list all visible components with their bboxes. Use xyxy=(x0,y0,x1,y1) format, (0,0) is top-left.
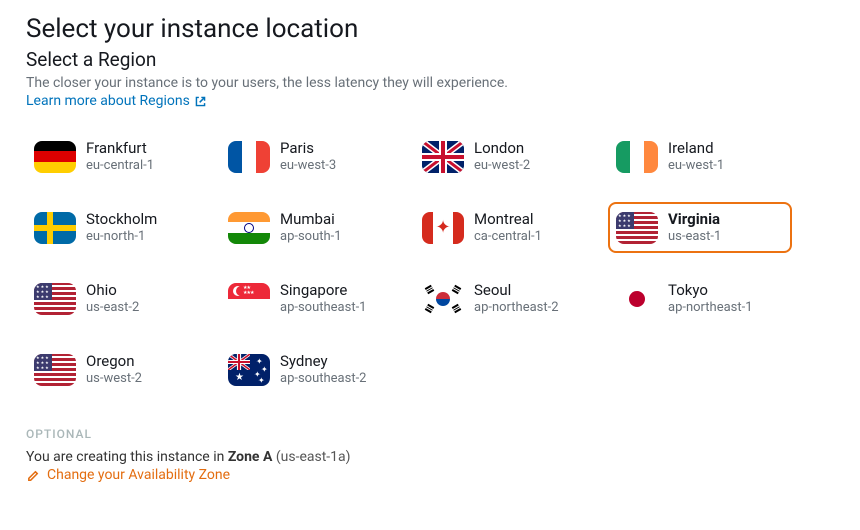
region-code: eu-west-2 xyxy=(474,158,530,174)
zone-summary: You are creating this instance in Zone A… xyxy=(26,449,834,465)
region-name: Sydney xyxy=(280,352,367,371)
external-link-icon xyxy=(194,95,207,108)
flag-se-icon xyxy=(34,212,76,244)
learn-more-label: Learn more about Regions xyxy=(26,93,190,109)
region-code: ap-southeast-1 xyxy=(280,300,367,316)
region-option-eu-north-1[interactable]: Stockholmeu-north-1 xyxy=(26,202,210,253)
zone-code: (us-east-1a) xyxy=(276,449,351,465)
region-code: ap-northeast-2 xyxy=(474,300,559,316)
optional-header: OPTIONAL xyxy=(26,427,834,441)
edit-icon xyxy=(26,468,41,483)
region-option-ap-northeast-2[interactable]: Seoulap-northeast-2 xyxy=(414,273,598,324)
description-text: The closer your instance is to your user… xyxy=(26,75,834,91)
region-name: Stockholm xyxy=(86,210,157,229)
flag-jp-icon xyxy=(616,283,658,315)
region-code: us-west-2 xyxy=(86,371,142,387)
region-code: us-east-2 xyxy=(86,300,139,316)
region-code: eu-west-1 xyxy=(668,158,724,174)
region-text: Irelandeu-west-1 xyxy=(668,139,724,174)
change-zone-link[interactable]: Change your Availability Zone xyxy=(26,467,230,483)
region-option-eu-west-3[interactable]: Pariseu-west-3 xyxy=(220,131,404,182)
region-text: Tokyoap-northeast-1 xyxy=(668,281,753,316)
flag-fr-icon xyxy=(228,141,270,173)
learn-more-link[interactable]: Learn more about Regions xyxy=(26,93,207,109)
zone-name: Zone A xyxy=(228,449,273,465)
flag-us-icon xyxy=(616,212,658,244)
region-name: Virginia xyxy=(668,210,721,229)
region-name: Ireland xyxy=(668,139,724,158)
flag-ca-icon: ✦ xyxy=(422,212,464,244)
region-code: ap-south-1 xyxy=(280,229,342,245)
page-title: Select your instance location xyxy=(26,14,834,44)
region-name: Montreal xyxy=(474,210,542,229)
region-text: Sydneyap-southeast-2 xyxy=(280,352,367,387)
flag-au-icon: ★✦✦✦✦ xyxy=(228,354,270,386)
region-name: Mumbai xyxy=(280,210,342,229)
region-option-ap-northeast-1[interactable]: Tokyoap-northeast-1 xyxy=(608,273,792,324)
region-code: us-east-1 xyxy=(668,229,721,245)
region-text: Oregonus-west-2 xyxy=(86,352,142,387)
region-text: Ohious-east-2 xyxy=(86,281,139,316)
region-option-us-east-2[interactable]: Ohious-east-2 xyxy=(26,273,210,324)
region-option-ca-central-1[interactable]: ✦ Montrealca-central-1 xyxy=(414,202,598,253)
flag-de-icon xyxy=(34,141,76,173)
region-option-eu-west-2[interactable]: Londoneu-west-2 xyxy=(414,131,598,182)
region-name: Paris xyxy=(280,139,336,158)
region-code: ca-central-1 xyxy=(474,229,542,245)
region-text: Montrealca-central-1 xyxy=(474,210,542,245)
region-text: Stockholmeu-north-1 xyxy=(86,210,157,245)
region-text: Seoulap-northeast-2 xyxy=(474,281,559,316)
region-name: Seoul xyxy=(474,281,559,300)
region-name: Frankfurt xyxy=(86,139,154,158)
flag-kr-icon xyxy=(422,283,464,315)
region-code: eu-west-3 xyxy=(280,158,336,174)
region-text: Mumbaiap-south-1 xyxy=(280,210,342,245)
region-text: Virginiaus-east-1 xyxy=(668,210,721,245)
flag-ie-icon xyxy=(616,141,658,173)
region-option-eu-west-1[interactable]: Irelandeu-west-1 xyxy=(608,131,792,182)
region-code: eu-north-1 xyxy=(86,229,157,245)
zone-summary-prefix: You are creating this instance in xyxy=(26,449,228,465)
change-zone-label: Change your Availability Zone xyxy=(47,467,230,483)
region-text: Pariseu-west-3 xyxy=(280,139,336,174)
region-option-eu-central-1[interactable]: Frankfurteu-central-1 xyxy=(26,131,210,182)
flag-us-icon xyxy=(34,283,76,315)
flag-in-icon xyxy=(228,212,270,244)
region-grid: Frankfurteu-central-1 Pariseu-west-3 Londo… xyxy=(26,131,834,395)
flag-sg-icon: ★★★★★ xyxy=(228,283,270,315)
region-option-ap-south-1[interactable]: Mumbaiap-south-1 xyxy=(220,202,404,253)
region-text: Frankfurteu-central-1 xyxy=(86,139,154,174)
region-name: London xyxy=(474,139,530,158)
region-code: ap-southeast-2 xyxy=(280,371,367,387)
region-option-ap-southeast-2[interactable]: ★✦✦✦✦ Sydneyap-southeast-2 xyxy=(220,344,404,395)
region-option-ap-southeast-1[interactable]: ★★★★★ Singaporeap-southeast-1 xyxy=(220,273,404,324)
flag-gb-icon xyxy=(422,141,464,173)
region-name: Singapore xyxy=(280,281,367,300)
region-name: Oregon xyxy=(86,352,142,371)
region-option-us-west-2[interactable]: Oregonus-west-2 xyxy=(26,344,210,395)
region-code: ap-northeast-1 xyxy=(668,300,753,316)
region-name: Ohio xyxy=(86,281,139,300)
region-code: eu-central-1 xyxy=(86,158,154,174)
region-text: Singaporeap-southeast-1 xyxy=(280,281,367,316)
region-option-us-east-1[interactable]: Virginiaus-east-1 xyxy=(608,202,792,253)
flag-us-icon xyxy=(34,354,76,386)
region-text: Londoneu-west-2 xyxy=(474,139,530,174)
region-name: Tokyo xyxy=(668,281,753,300)
page-subtitle: Select a Region xyxy=(26,48,834,71)
